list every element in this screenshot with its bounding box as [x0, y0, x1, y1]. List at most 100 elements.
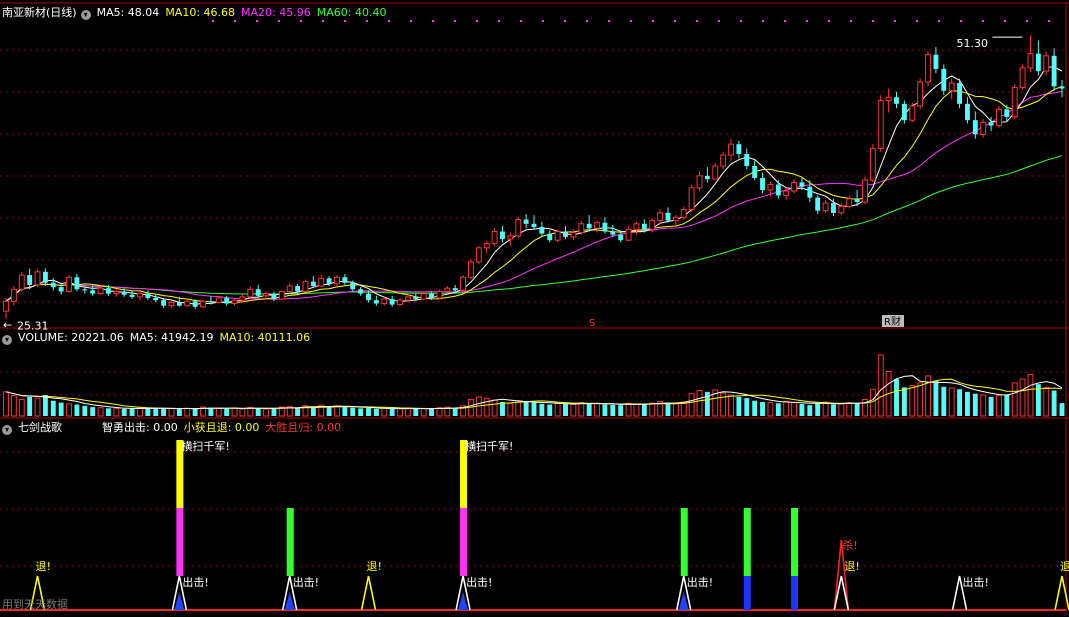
candle-body	[176, 302, 182, 306]
volume-bar	[1027, 374, 1034, 417]
volume-bar	[807, 405, 813, 416]
volume-bar	[877, 354, 884, 417]
volume-bar	[964, 391, 970, 416]
volume-bar	[389, 409, 395, 416]
volume-bar	[271, 408, 277, 416]
volume-bar	[10, 395, 17, 417]
retreat-triangle	[1054, 575, 1069, 611]
candle-body	[1004, 109, 1010, 117]
volume-bar	[917, 382, 924, 417]
indicator-settings-icon[interactable]: ▾	[2, 425, 12, 435]
candle-body	[145, 293, 151, 298]
volume-bar	[42, 395, 48, 416]
top-marker-dot	[630, 20, 632, 22]
volume-bar	[831, 404, 836, 416]
sweep-bar-magenta	[176, 508, 184, 576]
sweep-label: 横扫千军!	[465, 439, 513, 453]
sweep-label: 横扫千军!	[181, 439, 229, 453]
candle-body	[97, 287, 104, 295]
candle-body	[933, 54, 939, 69]
candle-body	[972, 120, 978, 135]
candle-body	[680, 209, 687, 218]
candle-body	[570, 232, 577, 238]
volume-bar	[618, 405, 624, 416]
volume-bar	[34, 397, 41, 417]
volume-bar	[680, 401, 687, 417]
volume-bar	[176, 409, 182, 416]
volume-bar	[602, 404, 608, 416]
candle-body	[649, 220, 656, 230]
high-price-label: 51.30	[956, 37, 988, 50]
volume-bar	[554, 402, 561, 417]
volume-bar	[121, 409, 127, 416]
volume-bar	[633, 403, 640, 417]
candle-body	[302, 281, 309, 292]
candle-body	[192, 301, 198, 307]
volume-bar	[27, 396, 33, 416]
candle-body	[500, 231, 505, 240]
candle-body	[854, 198, 860, 202]
volume-bar	[381, 407, 388, 417]
retreat-value-label: 小获且退: 0.00	[183, 421, 260, 434]
candle-body	[66, 276, 72, 292]
candle-body	[586, 223, 592, 229]
volume-bar	[97, 407, 104, 417]
volume-bar	[145, 409, 151, 416]
indicator-title: 七剑战歌	[18, 421, 62, 434]
volume-bar	[854, 403, 860, 416]
candle-body	[996, 108, 1002, 127]
volume-bar	[153, 407, 159, 416]
top-marker-dot	[1048, 20, 1050, 22]
candle-body	[704, 175, 710, 180]
candle-body	[295, 286, 301, 292]
ma20-line	[5, 90, 1063, 302]
candle-body	[862, 179, 868, 203]
top-marker-dot	[542, 20, 544, 22]
volume-bar	[507, 402, 514, 417]
stock-chart[interactable]: 51.30← 25.31 S R财退!横扫千军!出击! 出击!退!横扫千军!出击! 出击!…	[0, 0, 1069, 617]
volume-bar	[1059, 403, 1065, 416]
retreat-label: 退!	[844, 560, 859, 573]
volume-bar	[358, 408, 364, 416]
candle-body	[988, 122, 994, 126]
candle-body	[58, 287, 64, 292]
candle-body	[657, 212, 664, 222]
signal-bar-green	[791, 508, 799, 576]
candle-body	[215, 297, 222, 303]
signal-bar-blue	[743, 576, 751, 610]
retreat-label: 退!	[36, 560, 51, 573]
candle-body	[491, 230, 498, 244]
candle-body	[106, 288, 111, 294]
candle-body	[1043, 55, 1050, 72]
volume-bar	[570, 403, 577, 417]
candle-body	[610, 231, 616, 235]
settings-circle-icon[interactable]: ▾	[80, 10, 91, 20]
volume-bar	[539, 403, 545, 416]
candle-body	[641, 223, 647, 230]
candle-body	[672, 216, 679, 222]
volume-bar	[1004, 394, 1010, 416]
volume-settings-icon[interactable]: ▾	[2, 335, 12, 345]
volume-bar	[192, 409, 198, 416]
candle-body	[286, 285, 293, 292]
volume-bar	[846, 402, 853, 417]
candle-body	[775, 184, 781, 196]
volume-bar	[129, 408, 135, 416]
candle-body	[1035, 53, 1041, 72]
candle-body	[877, 100, 884, 150]
volume-bar	[791, 402, 798, 417]
volume-bar	[783, 400, 790, 417]
candle-body	[34, 271, 41, 286]
candle-body	[255, 289, 261, 296]
volume-bar	[224, 408, 230, 416]
candle-body	[366, 293, 371, 301]
candle-body	[531, 223, 537, 228]
volume-bar	[641, 404, 647, 416]
volume-bar	[901, 387, 907, 416]
top-marker-dot	[520, 20, 522, 22]
volume-bar	[239, 408, 246, 417]
signal-bar-blue	[791, 576, 799, 610]
candle-body	[665, 212, 671, 221]
top-marker-dot	[586, 20, 588, 22]
volume-bar	[184, 407, 191, 417]
